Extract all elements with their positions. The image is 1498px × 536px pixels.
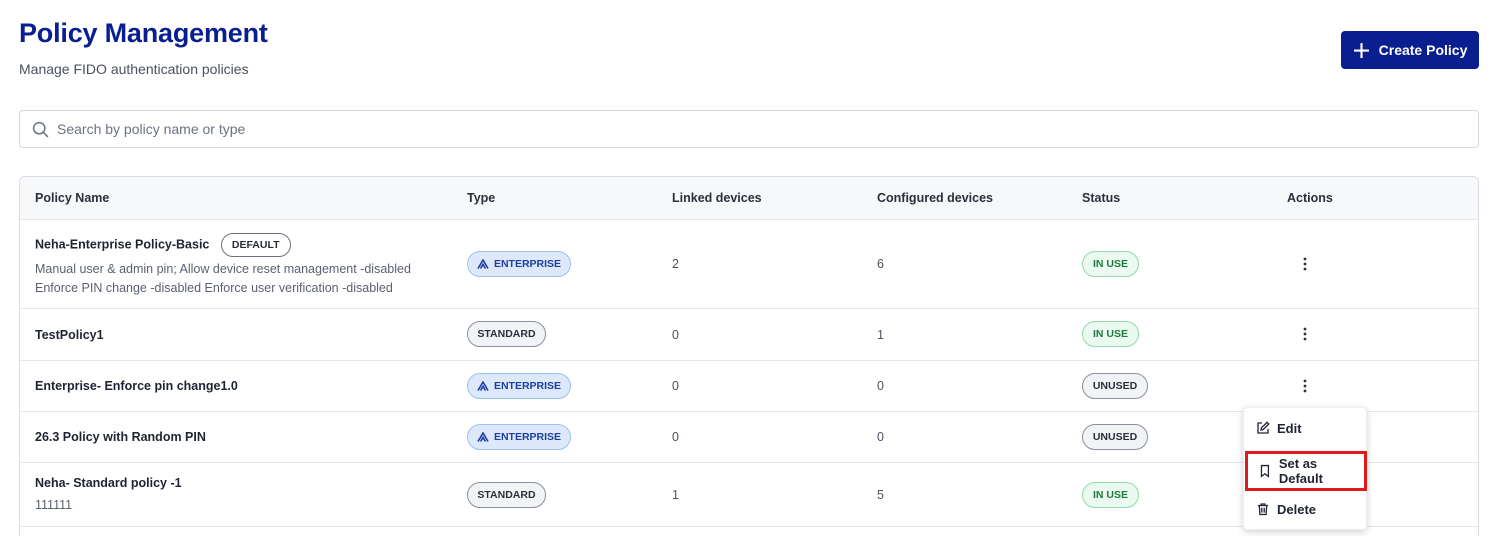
status-badge: IN USE — [1082, 251, 1139, 277]
configured-devices-count: 1 — [877, 328, 884, 342]
search-icon — [32, 121, 49, 137]
default-badge: DEFAULT — [220, 233, 291, 257]
policy-name: Neha- Standard policy -1 — [35, 476, 182, 490]
policy-description-line: Manual user & admin pin; Allow device re… — [35, 262, 411, 276]
menu-item-edit[interactable]: Edit — [1244, 415, 1368, 441]
linked-devices-count: 0 — [672, 430, 679, 444]
type-badge-standard: STANDARD — [467, 482, 546, 508]
status-badge: IN USE — [1082, 482, 1139, 508]
policy-name: 26.3 Policy with Random PIN — [35, 430, 206, 444]
type-label: ENTERPRISE — [493, 380, 562, 392]
policy-description: Manual user & admin pin; Allow device re… — [35, 260, 411, 298]
menu-item-label: Edit — [1277, 420, 1302, 436]
table-row[interactable]: TestPolicy1 STANDARD 0 1 IN USE — [20, 309, 1478, 361]
bookmark-icon — [1260, 464, 1270, 478]
type-badge-standard: STANDARD — [467, 321, 546, 347]
policy-description: 111111 — [35, 498, 73, 512]
column-header-configured-devices[interactable]: Configured devices — [877, 191, 993, 205]
table-row[interactable]: Enterprise- Enforce pin change1.0 ENTERP… — [20, 361, 1478, 412]
more-vertical-icon — [1303, 327, 1307, 341]
table-header: Policy Name Type Linked devices Configur… — [20, 177, 1478, 220]
enterprise-icon — [477, 381, 489, 391]
page-subtitle: Manage FIDO authentication policies — [19, 61, 249, 77]
row-actions-button[interactable] — [1297, 376, 1313, 396]
configured-devices-count: 5 — [877, 488, 884, 502]
policy-name: Enterprise- Enforce pin change1.0 — [35, 379, 238, 393]
create-policy-label: Create Policy — [1378, 42, 1468, 58]
policy-name-cell: Neha-Enterprise Policy-Basic DEFAULT — [35, 233, 291, 257]
table-row[interactable]: Neha-Enterprise Policy-Basic DEFAULT Man… — [20, 220, 1478, 309]
row-actions-button[interactable] — [1297, 324, 1313, 344]
configured-devices-count: 0 — [877, 430, 884, 444]
policy-name: TestPolicy1 — [35, 328, 104, 342]
enterprise-icon — [477, 432, 489, 442]
configured-devices-count: 0 — [877, 379, 884, 393]
policy-name: Neha-Enterprise Policy-Basic — [35, 237, 210, 252]
row-actions-button[interactable] — [1297, 254, 1313, 274]
linked-devices-count: 0 — [672, 328, 679, 342]
type-badge-enterprise: ENTERPRISE — [467, 424, 571, 450]
more-vertical-icon — [1303, 379, 1307, 393]
column-header-linked-devices[interactable]: Linked devices — [672, 191, 762, 205]
type-label: ENTERPRISE — [493, 431, 562, 443]
menu-item-label: Set as Default — [1278, 456, 1323, 486]
policy-description-line: Enforce PIN change -disabled Enforce use… — [35, 281, 393, 295]
edit-icon — [1257, 421, 1270, 434]
create-policy-button[interactable]: Create Policy — [1341, 31, 1479, 69]
linked-devices-count: 0 — [672, 379, 679, 393]
column-header-status[interactable]: Status — [1082, 191, 1120, 205]
configured-devices-count: 6 — [877, 257, 884, 271]
page-title: Policy Management — [19, 18, 268, 48]
type-badge-enterprise: ENTERPRISE — [467, 373, 571, 399]
status-badge: UNUSED — [1082, 373, 1148, 399]
more-vertical-icon — [1303, 257, 1307, 271]
column-header-type[interactable]: Type — [467, 191, 495, 205]
search-bar[interactable] — [19, 110, 1479, 148]
type-badge-enterprise: ENTERPRISE — [467, 251, 571, 277]
column-header-actions: Actions — [1287, 191, 1333, 205]
row-actions-menu: Edit Set as Default Delete — [1243, 407, 1367, 530]
linked-devices-count: 2 — [672, 257, 679, 271]
status-badge: IN USE — [1082, 321, 1139, 347]
menu-item-delete[interactable]: Delete — [1244, 496, 1368, 522]
trash-icon — [1258, 503, 1268, 516]
enterprise-icon — [477, 259, 489, 269]
menu-item-set-as-default[interactable]: Set as Default — [1245, 451, 1367, 491]
plus-icon — [1353, 42, 1369, 58]
type-label: ENTERPRISE — [493, 258, 562, 270]
search-input[interactable] — [57, 121, 1457, 137]
linked-devices-count: 1 — [672, 488, 679, 502]
status-badge: UNUSED — [1082, 424, 1148, 450]
menu-item-label: Delete — [1277, 501, 1317, 517]
column-header-policy-name[interactable]: Policy Name — [35, 191, 109, 205]
